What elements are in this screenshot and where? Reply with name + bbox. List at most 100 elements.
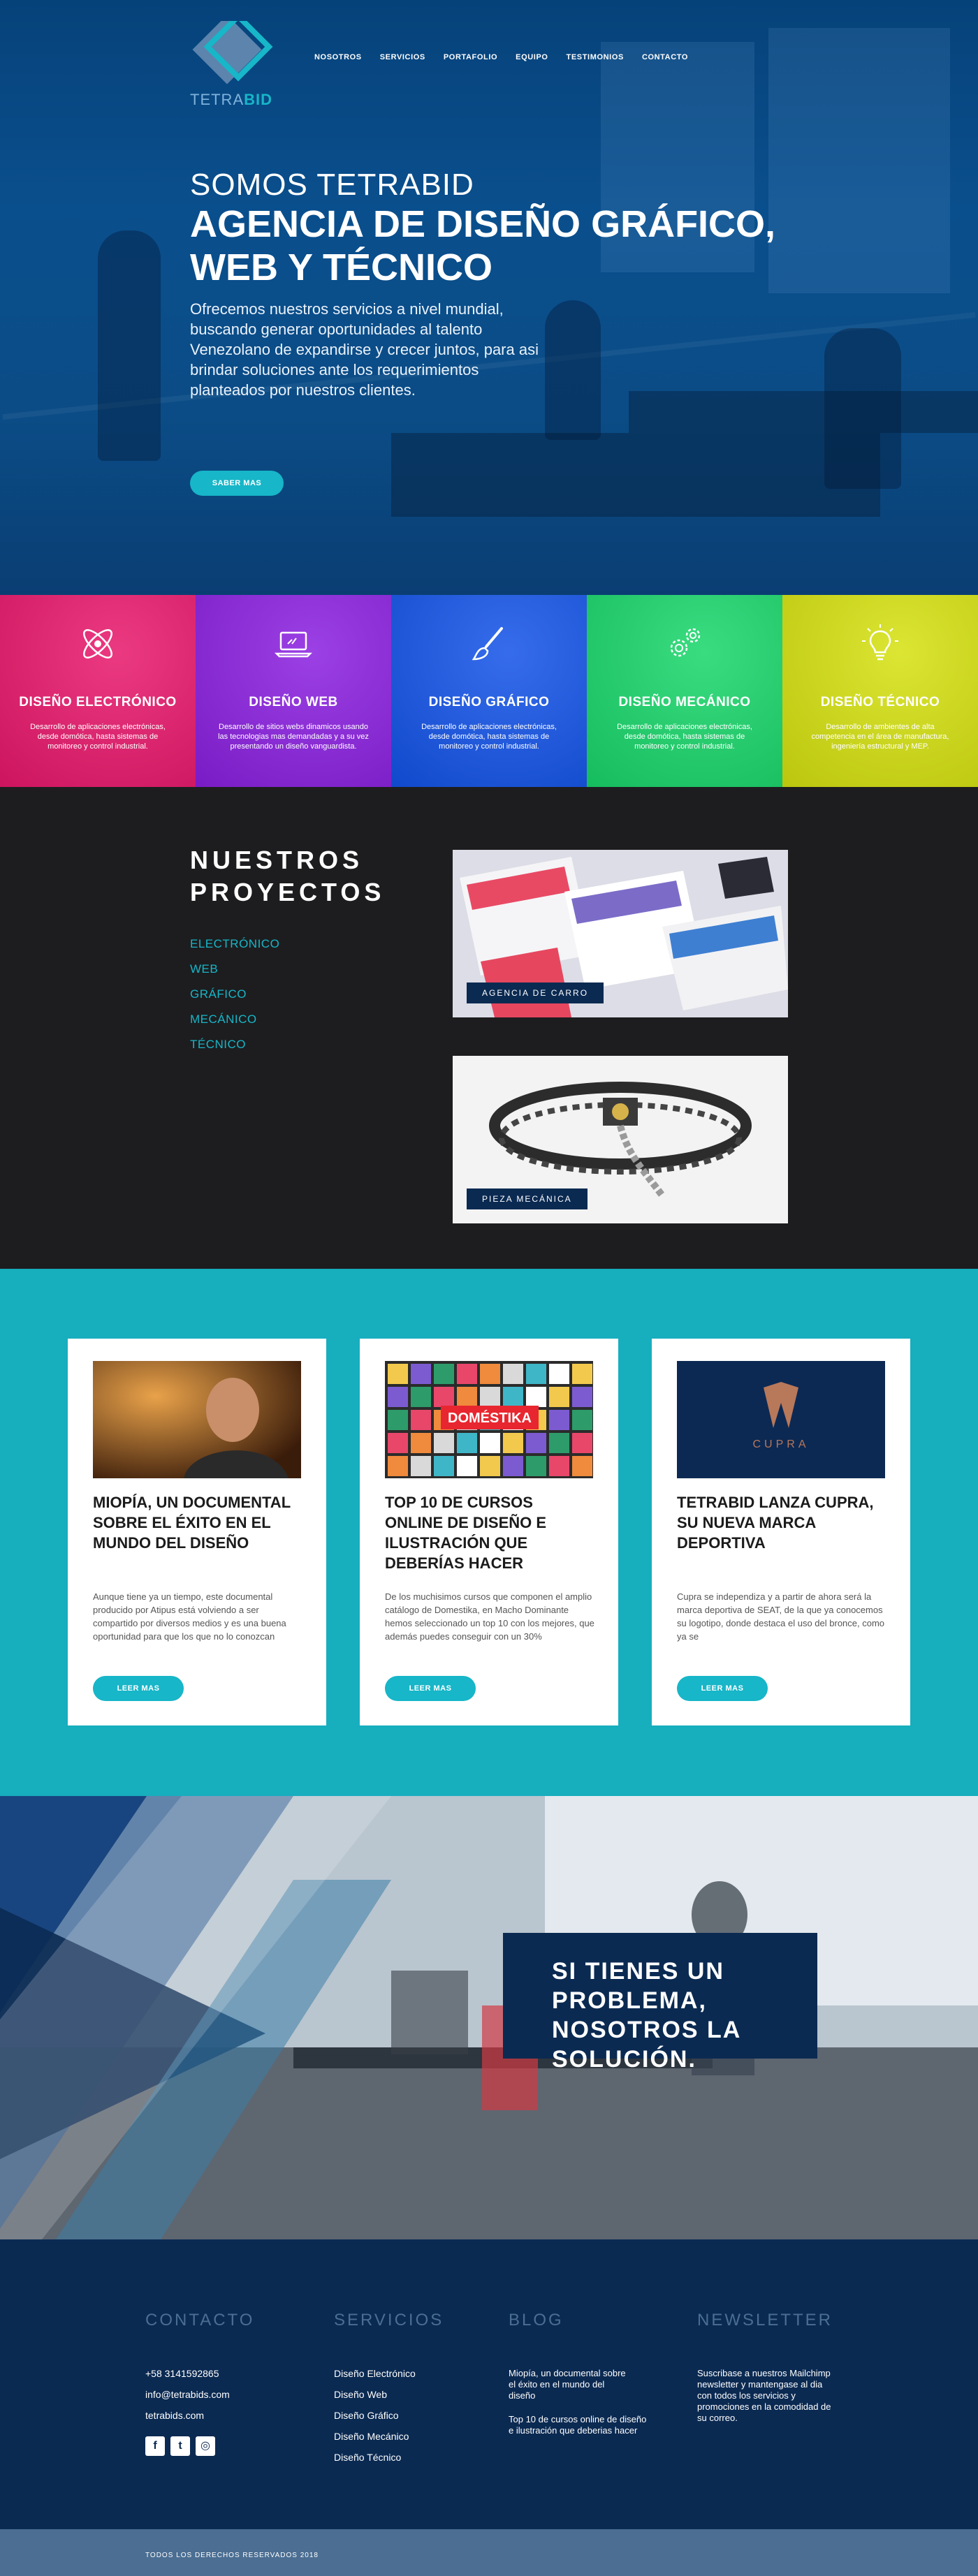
project-filter-grafico[interactable]: GRÁFICO xyxy=(190,987,247,1001)
course-thumbnail-tile xyxy=(526,1364,546,1384)
background-window xyxy=(768,28,950,293)
course-thumbnail-tile xyxy=(457,1387,477,1407)
course-thumbnail-tile xyxy=(457,1433,477,1453)
project-card-agencia[interactable]: AGENCIA DE CARRO xyxy=(453,850,788,1017)
course-thumbnail-tile xyxy=(526,1456,546,1476)
course-thumbnail-tile xyxy=(388,1410,408,1430)
nav-item-servicios[interactable]: SERVICIOS xyxy=(380,53,425,61)
nav-item-equipo[interactable]: EQUIPO xyxy=(516,53,548,61)
footer-blog-link[interactable]: Top 10 de cursos online de diseño e ilus… xyxy=(509,2414,648,2436)
nav-item-nosotros[interactable]: NOSOTROS xyxy=(314,53,362,61)
course-thumbnail-tile xyxy=(503,1364,523,1384)
saber-mas-button[interactable]: SABER MAS xyxy=(190,471,284,496)
background-person xyxy=(824,328,901,489)
blog-post-image xyxy=(93,1361,301,1478)
hero-description: Ofrecemos nuestros servicios a nivel mun… xyxy=(190,300,539,399)
course-thumbnail-tile xyxy=(388,1456,408,1476)
course-thumbnail-tile xyxy=(457,1364,477,1384)
blog-post-card[interactable]: DOMÉSTIKA TOP 10 DE CURSOS ONLINE DE DIS… xyxy=(360,1339,618,1725)
copyright-text: TODOS LOS DERECHOS RESERVADOS 2018 xyxy=(145,2552,319,2559)
course-thumbnail-tile xyxy=(411,1433,431,1453)
service-card-grafico[interactable]: DISEÑO GRÁFICO Desarrollo de aplicacione… xyxy=(391,595,587,787)
service-title: DISEÑO GRÁFICO xyxy=(428,695,550,709)
course-thumbnail-tile xyxy=(526,1387,546,1407)
hero-title: AGENCIA DE DISEÑO GRÁFICO, WEB Y TÉCNICO xyxy=(190,203,776,288)
footer-heading-blog: BLOG xyxy=(509,2311,564,2330)
main-nav: NOSOTROS SERVICIOS PORTAFOLIO EQUIPO TES… xyxy=(314,53,688,61)
footer-blog-link[interactable]: Miopía, un documental sobre el éxito en … xyxy=(509,2368,627,2401)
project-filter-mecanico[interactable]: MECÁNICO xyxy=(190,1013,257,1026)
twitter-icon[interactable]: t xyxy=(170,2436,190,2456)
footer-service-link[interactable]: Diseño Web xyxy=(334,2389,387,2400)
facebook-icon[interactable]: f xyxy=(145,2436,165,2456)
cupra-logo-text: CUPRA xyxy=(752,1438,809,1450)
project-card-pieza[interactable]: PIEZA MECÁNICA xyxy=(453,1056,788,1223)
service-description: Desarrollo de aplicaciones electrónicas,… xyxy=(30,723,166,751)
blog-section: MIOPÍA, UN DOCUMENTAL SOBRE EL ÉXITO EN … xyxy=(0,1269,978,1796)
service-card-mecanico[interactable]: DISEÑO MECÁNICO Desarrollo de aplicacion… xyxy=(587,595,782,787)
course-thumbnail-tile xyxy=(480,1456,500,1476)
course-thumbnail-tile xyxy=(388,1364,408,1384)
footer-service-link[interactable]: Diseño Técnico xyxy=(334,2452,401,2463)
leer-mas-button[interactable]: LEER MAS xyxy=(677,1676,768,1701)
blog-post-image: CUPRA xyxy=(677,1361,885,1478)
course-thumbnail-tile xyxy=(457,1456,477,1476)
background-person xyxy=(545,300,601,440)
project-label: AGENCIA DE CARRO xyxy=(467,982,604,1003)
service-title: DISEÑO WEB xyxy=(249,695,338,709)
domestika-logo-text: DOMÉSTIKA xyxy=(448,1410,532,1426)
course-thumbnail-tile xyxy=(411,1364,431,1384)
service-description: Desarrollo de aplicaciones electrónicas,… xyxy=(421,723,557,751)
footer-website[interactable]: tetrabids.com xyxy=(145,2410,204,2421)
footer-service-link[interactable]: Diseño Gráfico xyxy=(334,2410,399,2421)
course-thumbnail-tile xyxy=(549,1433,569,1453)
course-thumbnail-tile xyxy=(411,1456,431,1476)
service-card-tecnico[interactable]: DISEÑO TÉCNICO Desarrollo de ambientes d… xyxy=(782,595,978,787)
nav-item-portafolio[interactable]: PORTAFOLIO xyxy=(444,53,497,61)
course-thumbnail-tile xyxy=(388,1433,408,1453)
service-description: Desarrollo de aplicaciones electrónicas,… xyxy=(617,723,752,751)
footer-heading-newsletter: NEWSLETTER xyxy=(697,2311,833,2330)
project-filter-tecnico[interactable]: TÉCNICO xyxy=(190,1038,246,1052)
service-description: Desarrollo de ambientes de alta competen… xyxy=(811,723,949,751)
course-thumbnail-tile xyxy=(388,1387,408,1407)
project-filter-electronico[interactable]: ELECTRÓNICO xyxy=(190,937,279,951)
hero-section: TETRABID NOSOTROS SERVICIOS PORTAFOLIO E… xyxy=(0,0,978,595)
footer-service-link[interactable]: Diseño Mecánico xyxy=(334,2431,409,2442)
course-thumbnail-tile xyxy=(572,1456,592,1476)
course-thumbnail-tile xyxy=(549,1410,569,1430)
projects-title: NUESTROS PROYECTOS xyxy=(190,846,386,906)
laptop-icon xyxy=(274,631,313,658)
background-desk xyxy=(391,433,880,517)
blog-post-card[interactable]: CUPRA TETRABID LANZA CUPRA, SU NUEVA MAR… xyxy=(652,1339,910,1725)
nav-item-testimonios[interactable]: TESTIMONIOS xyxy=(567,53,624,61)
project-filter-web[interactable]: WEB xyxy=(190,962,218,976)
atom-icon xyxy=(83,629,112,658)
course-thumbnail-tile xyxy=(434,1433,454,1453)
logo-wordmark: TETRABID xyxy=(190,91,273,108)
footer-service-link[interactable]: Diseño Electrónico xyxy=(334,2368,416,2379)
course-thumbnail-tile xyxy=(411,1410,431,1430)
blog-post-card[interactable]: MIOPÍA, UN DOCUMENTAL SOBRE EL ÉXITO EN … xyxy=(68,1339,326,1725)
service-card-electronico[interactable]: DISEÑO ELECTRÓNICO Desarrollo de aplicac… xyxy=(0,595,196,787)
course-thumbnail-tile xyxy=(572,1433,592,1453)
course-thumbnail-tile xyxy=(434,1456,454,1476)
service-card-web[interactable]: DISEÑO WEB Desarrollo de sitios webs din… xyxy=(196,595,391,787)
blog-post-title: TOP 10 DE CURSOS ONLINE DE DISEÑO E ILUS… xyxy=(385,1494,547,1572)
leer-mas-button[interactable]: LEER MAS xyxy=(93,1676,184,1701)
leer-mas-button[interactable]: LEER MAS xyxy=(385,1676,476,1701)
cta-text: SI TIENES UN PROBLEMA, NOSOTROS LA SOLUC… xyxy=(552,1958,741,2073)
footer-phone[interactable]: +58 3141592865 xyxy=(145,2368,219,2379)
course-thumbnail-tile xyxy=(503,1456,523,1476)
service-title: DISEÑO TÉCNICO xyxy=(820,695,940,709)
cta-banner: SI TIENES UN PROBLEMA, NOSOTROS LA SOLUC… xyxy=(0,1796,978,2239)
course-thumbnail-tile xyxy=(503,1387,523,1407)
banner-background-image xyxy=(0,1796,978,2239)
footer-email[interactable]: info@tetrabids.com xyxy=(145,2389,230,2400)
instagram-icon[interactable]: ◎ xyxy=(196,2436,215,2456)
nav-item-contacto[interactable]: CONTACTO xyxy=(642,53,688,61)
course-thumbnail-tile xyxy=(480,1433,500,1453)
bottom-bar: TODOS LOS DERECHOS RESERVADOS 2018 xyxy=(0,2529,978,2576)
projects-section: NUESTROS PROYECTOS ELECTRÓNICO WEB GRÁFI… xyxy=(0,787,978,1269)
background-person xyxy=(98,230,161,461)
